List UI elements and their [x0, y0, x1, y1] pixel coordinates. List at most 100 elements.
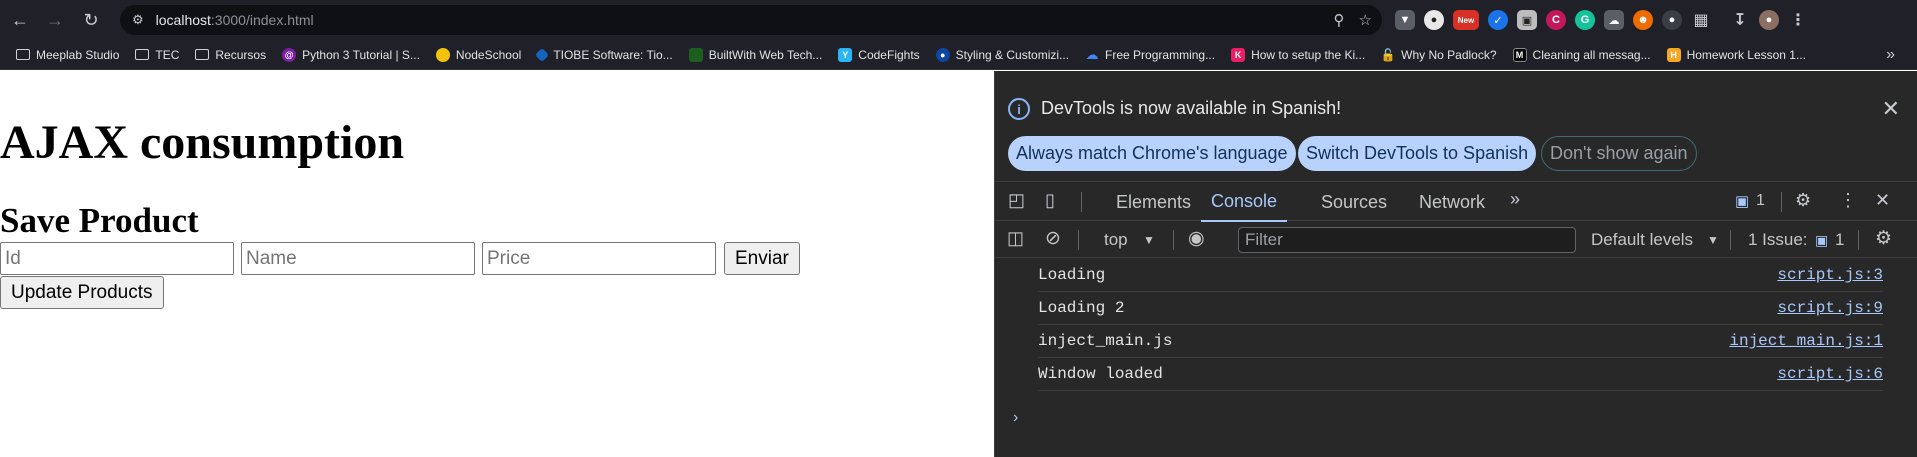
url-host: localhost [155, 12, 211, 28]
forward-icon[interactable]: → [40, 5, 70, 35]
devtools-tabbar: ◰ ▯ Elements Console Sources Network » ▣… [995, 181, 1917, 222]
language-infobar: i DevTools is now available in Spanish! … [995, 71, 1917, 181]
grammarly-icon[interactable]: G [1575, 10, 1595, 30]
cloud-extension-icon[interactable]: ☁ [1604, 10, 1624, 30]
context-select[interactable]: top [1104, 230, 1128, 250]
site-info-icon[interactable]: ⚙ [132, 12, 144, 28]
extension-icon[interactable]: ● [1424, 10, 1444, 30]
bookmarks-bar: Meeplab Studio TEC Recursos @ Python 3 Tu… [0, 40, 1917, 70]
more-vert-icon[interactable]: ⋮ [1839, 190, 1857, 211]
puzzle-icon[interactable]: ▦ [1691, 10, 1711, 30]
log-levels-select[interactable]: Default levels [1591, 230, 1693, 250]
bookmark-item[interactable]: @ Python 3 Tutorial | S... [274, 42, 428, 68]
always-match-language-button[interactable]: Always match Chrome's language [1008, 136, 1296, 171]
divider [1081, 192, 1082, 212]
sidebar-toggle-icon[interactable]: ◫ [1007, 228, 1024, 249]
extension-icon[interactable]: ▣ [1517, 10, 1537, 30]
log-row: Loading script.js:3 [1038, 259, 1883, 292]
dont-show-again-button[interactable]: Don't show again [1541, 136, 1697, 171]
folder-icon [16, 49, 30, 60]
kibana-icon: K [1231, 47, 1246, 62]
inspect-element-icon[interactable]: ◰ [1008, 190, 1025, 211]
chevron-down-icon[interactable]: ▼ [1707, 233, 1719, 247]
close-devtools-icon[interactable]: ✕ [1875, 190, 1890, 211]
bookmark-item[interactable]: M Cleaning all messag... [1505, 42, 1659, 68]
log-source-link[interactable]: script.js:6 [1777, 365, 1883, 383]
python-icon: @ [282, 47, 297, 62]
console-settings-gear-icon[interactable]: ⚙ [1875, 227, 1892, 250]
extension-icon[interactable]: ▼ [1395, 10, 1415, 30]
homework-icon: H [1666, 47, 1681, 62]
divider [1781, 192, 1782, 212]
console-prompt-icon[interactable]: › [1013, 409, 1018, 427]
reload-icon[interactable]: ↻ [76, 5, 106, 35]
price-input[interactable] [482, 242, 716, 275]
bookmark-item[interactable]: ● Styling & Customizi... [928, 42, 1077, 68]
bookmark-item[interactable]: Recursos [187, 42, 274, 68]
device-toolbar-icon[interactable]: ▯ [1045, 190, 1055, 211]
extension-icon[interactable]: ✓ [1488, 10, 1508, 30]
divider [1858, 230, 1859, 250]
submit-button[interactable]: Enviar [724, 242, 800, 275]
extension-icon[interactable]: ☻ [1633, 10, 1653, 30]
devtools-panel: i DevTools is now available in Spanish! … [994, 71, 1917, 457]
bookmark-item[interactable]: H Homework Lesson 1... [1659, 42, 1814, 68]
message-count: 1 [1756, 192, 1765, 209]
bookmark-item[interactable]: K How to setup the Ki... [1223, 42, 1373, 68]
live-expression-eye-icon[interactable]: ◉ [1188, 227, 1205, 250]
more-tabs-icon[interactable]: » [1510, 189, 1520, 210]
medium-icon: M [1512, 47, 1527, 62]
new-badge-extension-icon[interactable]: New [1453, 10, 1479, 30]
address-bar[interactable]: ⚙ localhost:3000/index.html ⚲ ☆ [120, 5, 1382, 35]
bookmark-item[interactable]: 🔓 Why No Padlock? [1373, 42, 1504, 68]
name-input[interactable] [241, 242, 475, 275]
info-icon: i [1008, 98, 1030, 120]
tab-elements[interactable]: Elements [1116, 182, 1191, 222]
more-vert-icon[interactable]: ⋮ [1788, 10, 1808, 30]
messages-icon[interactable]: ▣ [1735, 192, 1749, 210]
switch-to-spanish-button[interactable]: Switch DevTools to Spanish [1298, 136, 1537, 171]
bookmark-item[interactable]: ☁ Free Programming... [1077, 42, 1223, 68]
close-icon[interactable]: ✕ [1882, 96, 1900, 122]
url-path: :3000/index.html [210, 12, 314, 28]
log-message: Loading 2 [1038, 299, 1125, 317]
log-source-link[interactable]: inject_main.js:1 [1729, 332, 1883, 350]
section-title: Save Product [0, 201, 199, 240]
tab-console[interactable]: Console [1201, 182, 1288, 222]
id-input[interactable] [0, 242, 234, 275]
bookmark-star-icon[interactable]: ☆ [1359, 11, 1372, 29]
builtwith-icon [688, 47, 703, 62]
extension-icon[interactable]: C [1546, 10, 1566, 30]
issue-icon: ▣ [1815, 232, 1829, 248]
extension-icon[interactable]: ● [1662, 10, 1682, 30]
divider [1173, 230, 1174, 250]
filter-input[interactable] [1238, 227, 1576, 253]
clear-console-icon[interactable]: ⊘ [1045, 227, 1061, 250]
download-icon[interactable]: ↧ [1730, 10, 1750, 30]
new-badge: New [1457, 15, 1475, 25]
issues-label[interactable]: 1 Issue: [1748, 230, 1808, 250]
issues-count: 1 [1835, 230, 1845, 249]
tab-sources[interactable]: Sources [1321, 182, 1387, 222]
bookmark-item[interactable]: NodeSchool [428, 42, 529, 68]
folder-icon [135, 49, 150, 60]
log-message: Window loaded [1038, 365, 1163, 383]
back-icon[interactable]: ← [5, 5, 35, 35]
bookmark-item[interactable]: BuiltWith Web Tech... [681, 42, 831, 68]
avatar[interactable]: ● [1759, 10, 1779, 30]
log-row: inject_main.js inject_main.js:1 [1038, 325, 1883, 358]
codefights-icon: Y [838, 47, 853, 62]
bookmark-item[interactable]: TIOBE Software: Tio... [529, 42, 680, 68]
zoom-icon[interactable]: ⚲ [1334, 11, 1345, 29]
update-products-button[interactable]: Update Products [0, 276, 164, 309]
bookmark-item[interactable]: TEC [127, 42, 187, 68]
styling-icon: ● [935, 47, 950, 62]
bookmark-item[interactable]: Meeplab Studio [8, 42, 127, 68]
chevron-down-icon[interactable]: ▼ [1143, 233, 1155, 247]
log-source-link[interactable]: script.js:9 [1777, 299, 1883, 317]
bookmark-item[interactable]: Y CodeFights [830, 42, 927, 68]
chevron-more-icon[interactable]: » [1886, 46, 1895, 64]
log-source-link[interactable]: script.js:3 [1777, 266, 1883, 284]
settings-gear-icon[interactable]: ⚙ [1795, 190, 1811, 211]
tab-network[interactable]: Network [1419, 182, 1485, 222]
